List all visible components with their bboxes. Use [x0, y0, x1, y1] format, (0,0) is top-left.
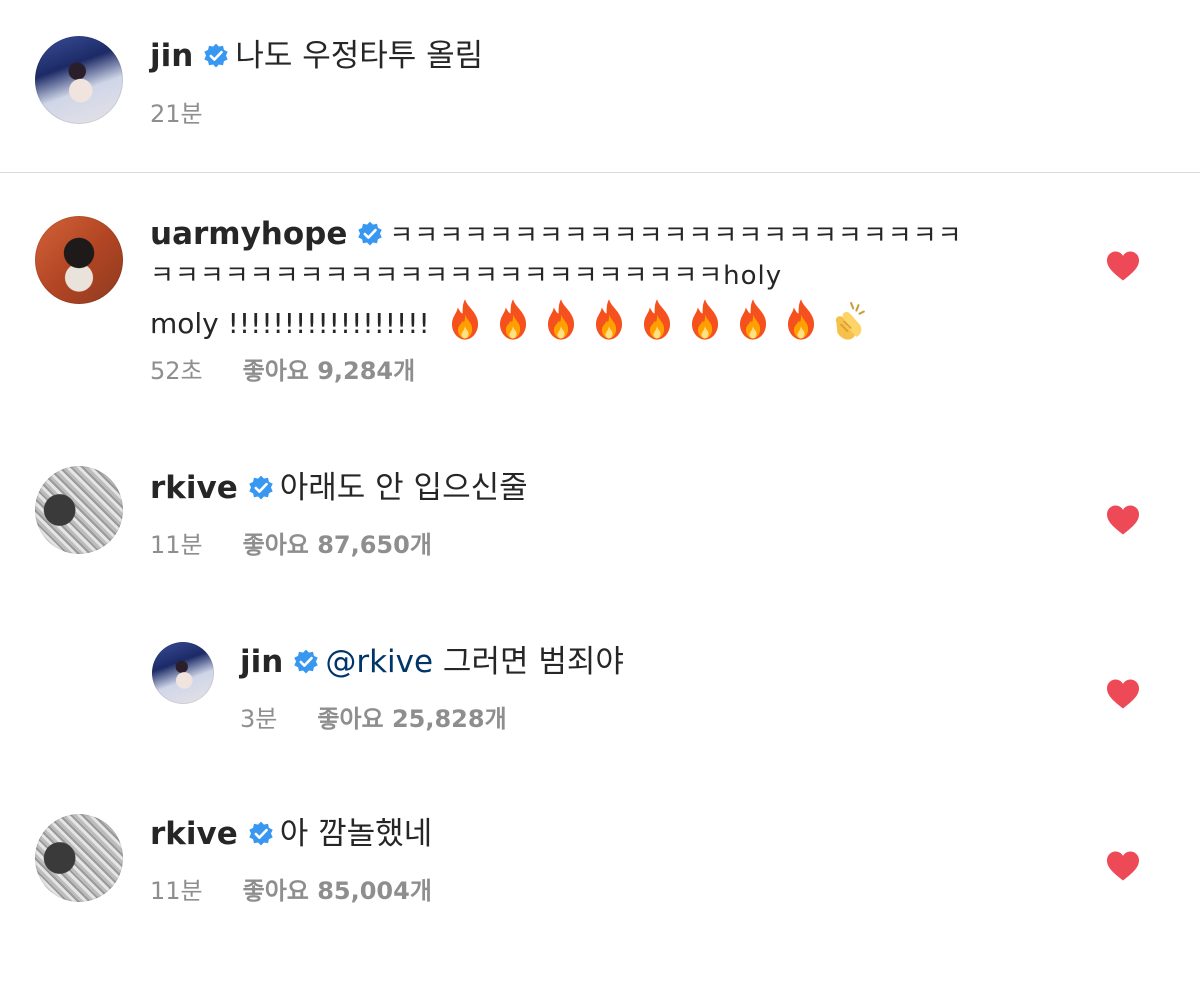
comment-meta: 11분 좋아요 85,004개 [150, 876, 432, 906]
comment-text-line3: moly !!!!!!!!!!!!!!!!!! [150, 306, 430, 340]
comment-text-line2: ㅋㅋㅋㅋㅋㅋㅋㅋㅋㅋㅋㅋㅋㅋㅋㅋㅋㅋㅋㅋㅋㅋㅋholy [150, 261, 783, 291]
fire-emoji-icon [638, 298, 676, 340]
username-jin[interactable]: jin [240, 644, 283, 680]
avatar-uarmyhope[interactable] [35, 216, 123, 304]
comment-text-block: rkive 아래도 안 입으신줄 [150, 468, 528, 508]
heart-icon[interactable] [1105, 250, 1141, 282]
comment-text-line1: ㅋㅋㅋㅋㅋㅋㅋㅋㅋㅋㅋㅋㅋㅋㅋㅋㅋㅋㅋㅋㅋㅋㅋ [389, 221, 963, 251]
fire-emoji-icon [590, 298, 628, 340]
comment-time: 11분 [150, 531, 203, 559]
username-rkive[interactable]: rkive [150, 816, 238, 852]
verified-badge-icon [249, 821, 273, 846]
comment-text: 아 깜놀했네 [279, 816, 433, 852]
clapping-hands-emoji-icon [830, 301, 868, 341]
comment-text: 아래도 안 입으신줄 [279, 470, 528, 506]
avatar-rkive[interactable] [35, 814, 123, 902]
heart-icon[interactable] [1105, 504, 1141, 536]
verified-badge-icon [358, 221, 383, 246]
caption-row: jin 나도 우정타투 올림 21분 [0, 0, 1200, 172]
comment-uarmyhope: uarmyhope ㅋㅋㅋㅋㅋㅋㅋㅋㅋㅋㅋㅋㅋㅋㅋㅋㅋㅋㅋㅋㅋㅋㅋ ㅋㅋㅋㅋㅋㅋㅋ… [0, 210, 1200, 410]
comment-meta: 3분 좋아요 25,828개 [240, 704, 507, 734]
comment-text-block: jin @rkive 그러면 범죄야 [240, 642, 624, 682]
mention-link[interactable]: @rkive [325, 644, 433, 680]
emoji-row [446, 299, 878, 341]
caption-text-block: jin 나도 우정타투 올림 [150, 36, 483, 76]
comment-rkive-1: rkive 아래도 안 입으신줄 11분 좋아요 87,650개 [0, 460, 1200, 580]
avatar-rkive[interactable] [35, 466, 123, 554]
fire-emoji-icon [446, 298, 484, 340]
comment-meta: 52초 좋아요 9,284개 [150, 356, 415, 386]
caption-text: 나도 우정타투 올림 [235, 38, 484, 74]
comment-rkive-2: rkive 아 깜놀했네 11분 좋아요 85,004개 [0, 808, 1200, 928]
comment-time: 11분 [150, 877, 203, 905]
fire-emoji-icon [782, 298, 820, 340]
heart-icon[interactable] [1105, 850, 1141, 882]
comment-text-block: uarmyhope ㅋㅋㅋㅋㅋㅋㅋㅋㅋㅋㅋㅋㅋㅋㅋㅋㅋㅋㅋㅋㅋㅋㅋ ㅋㅋㅋㅋㅋㅋㅋ… [150, 214, 1050, 344]
reply-jin: jin @rkive 그러면 범죄야 3분 좋아요 25,828개 [0, 636, 1200, 746]
like-count[interactable]: 좋아요 87,650개 [243, 531, 432, 559]
like-count[interactable]: 좋아요 85,004개 [243, 877, 432, 905]
comment-time: 52초 [150, 357, 203, 385]
comment-time: 3분 [240, 705, 278, 733]
verified-badge-icon [204, 43, 229, 68]
comment-meta: 11분 좋아요 87,650개 [150, 530, 432, 560]
like-count[interactable]: 좋아요 25,828개 [317, 705, 506, 733]
verified-badge-icon [294, 649, 319, 674]
comment-text-block: rkive 아 깜놀했네 [150, 814, 432, 854]
comment-text: 그러면 범죄야 [442, 644, 624, 680]
username-uarmyhope[interactable]: uarmyhope [150, 216, 347, 252]
username-jin[interactable]: jin [150, 38, 193, 74]
avatar-jin[interactable] [35, 36, 123, 124]
caption-time: 21분 [150, 100, 203, 128]
verified-badge-icon [249, 475, 273, 500]
caption-meta: 21분 [150, 99, 203, 129]
fire-emoji-icon [494, 298, 532, 340]
heart-icon[interactable] [1105, 678, 1141, 710]
fire-emoji-icon [686, 298, 724, 340]
fire-emoji-icon [734, 298, 772, 340]
username-rkive[interactable]: rkive [150, 470, 238, 506]
divider [0, 172, 1200, 173]
avatar-jin[interactable] [152, 642, 214, 704]
like-count[interactable]: 좋아요 9,284개 [243, 357, 416, 385]
fire-emoji-icon [542, 298, 580, 340]
